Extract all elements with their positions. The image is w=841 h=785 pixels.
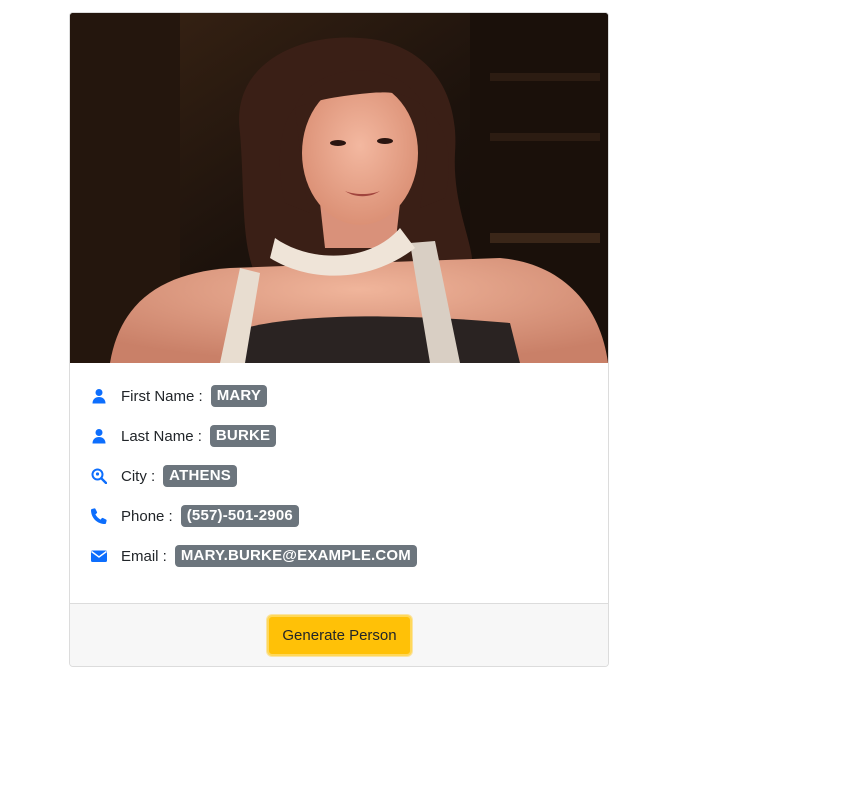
city-row: City : ATHENS — [90, 464, 237, 488]
first-name-row: First Name : MARY — [90, 384, 268, 408]
phone-value: (557)-501-2906 — [180, 505, 299, 527]
phone-row: Phone : (557)-501-2906 — [90, 504, 299, 528]
user-icon — [90, 427, 108, 445]
last-name-value: BURKE — [209, 425, 277, 447]
generate-person-button[interactable]: Generate Person — [267, 615, 412, 656]
email-row: Email : MARY.BURKE@EXAMPLE.COM — [90, 544, 417, 568]
last-name-row: Last Name : BURKE — [90, 424, 277, 448]
email-label: Email : — [121, 547, 167, 565]
card-footer: Generate Person — [70, 603, 608, 666]
search-location-icon — [90, 467, 108, 485]
first-name-value: MARY — [210, 385, 268, 407]
last-name-label: Last Name : — [121, 427, 202, 445]
person-card: First Name : MARY Last Name : BURKE City… — [69, 12, 609, 667]
first-name-label: First Name : — [121, 387, 203, 405]
phone-label: Phone : — [121, 507, 173, 525]
city-label: City : — [121, 467, 156, 485]
email-value: MARY.BURKE@EXAMPLE.COM — [174, 545, 417, 567]
user-icon — [90, 387, 108, 405]
phone-icon — [90, 507, 108, 525]
city-value: ATHENS — [163, 465, 237, 487]
person-photo — [70, 13, 608, 363]
envelope-icon — [90, 547, 108, 565]
person-details: First Name : MARY Last Name : BURKE City… — [70, 363, 608, 603]
